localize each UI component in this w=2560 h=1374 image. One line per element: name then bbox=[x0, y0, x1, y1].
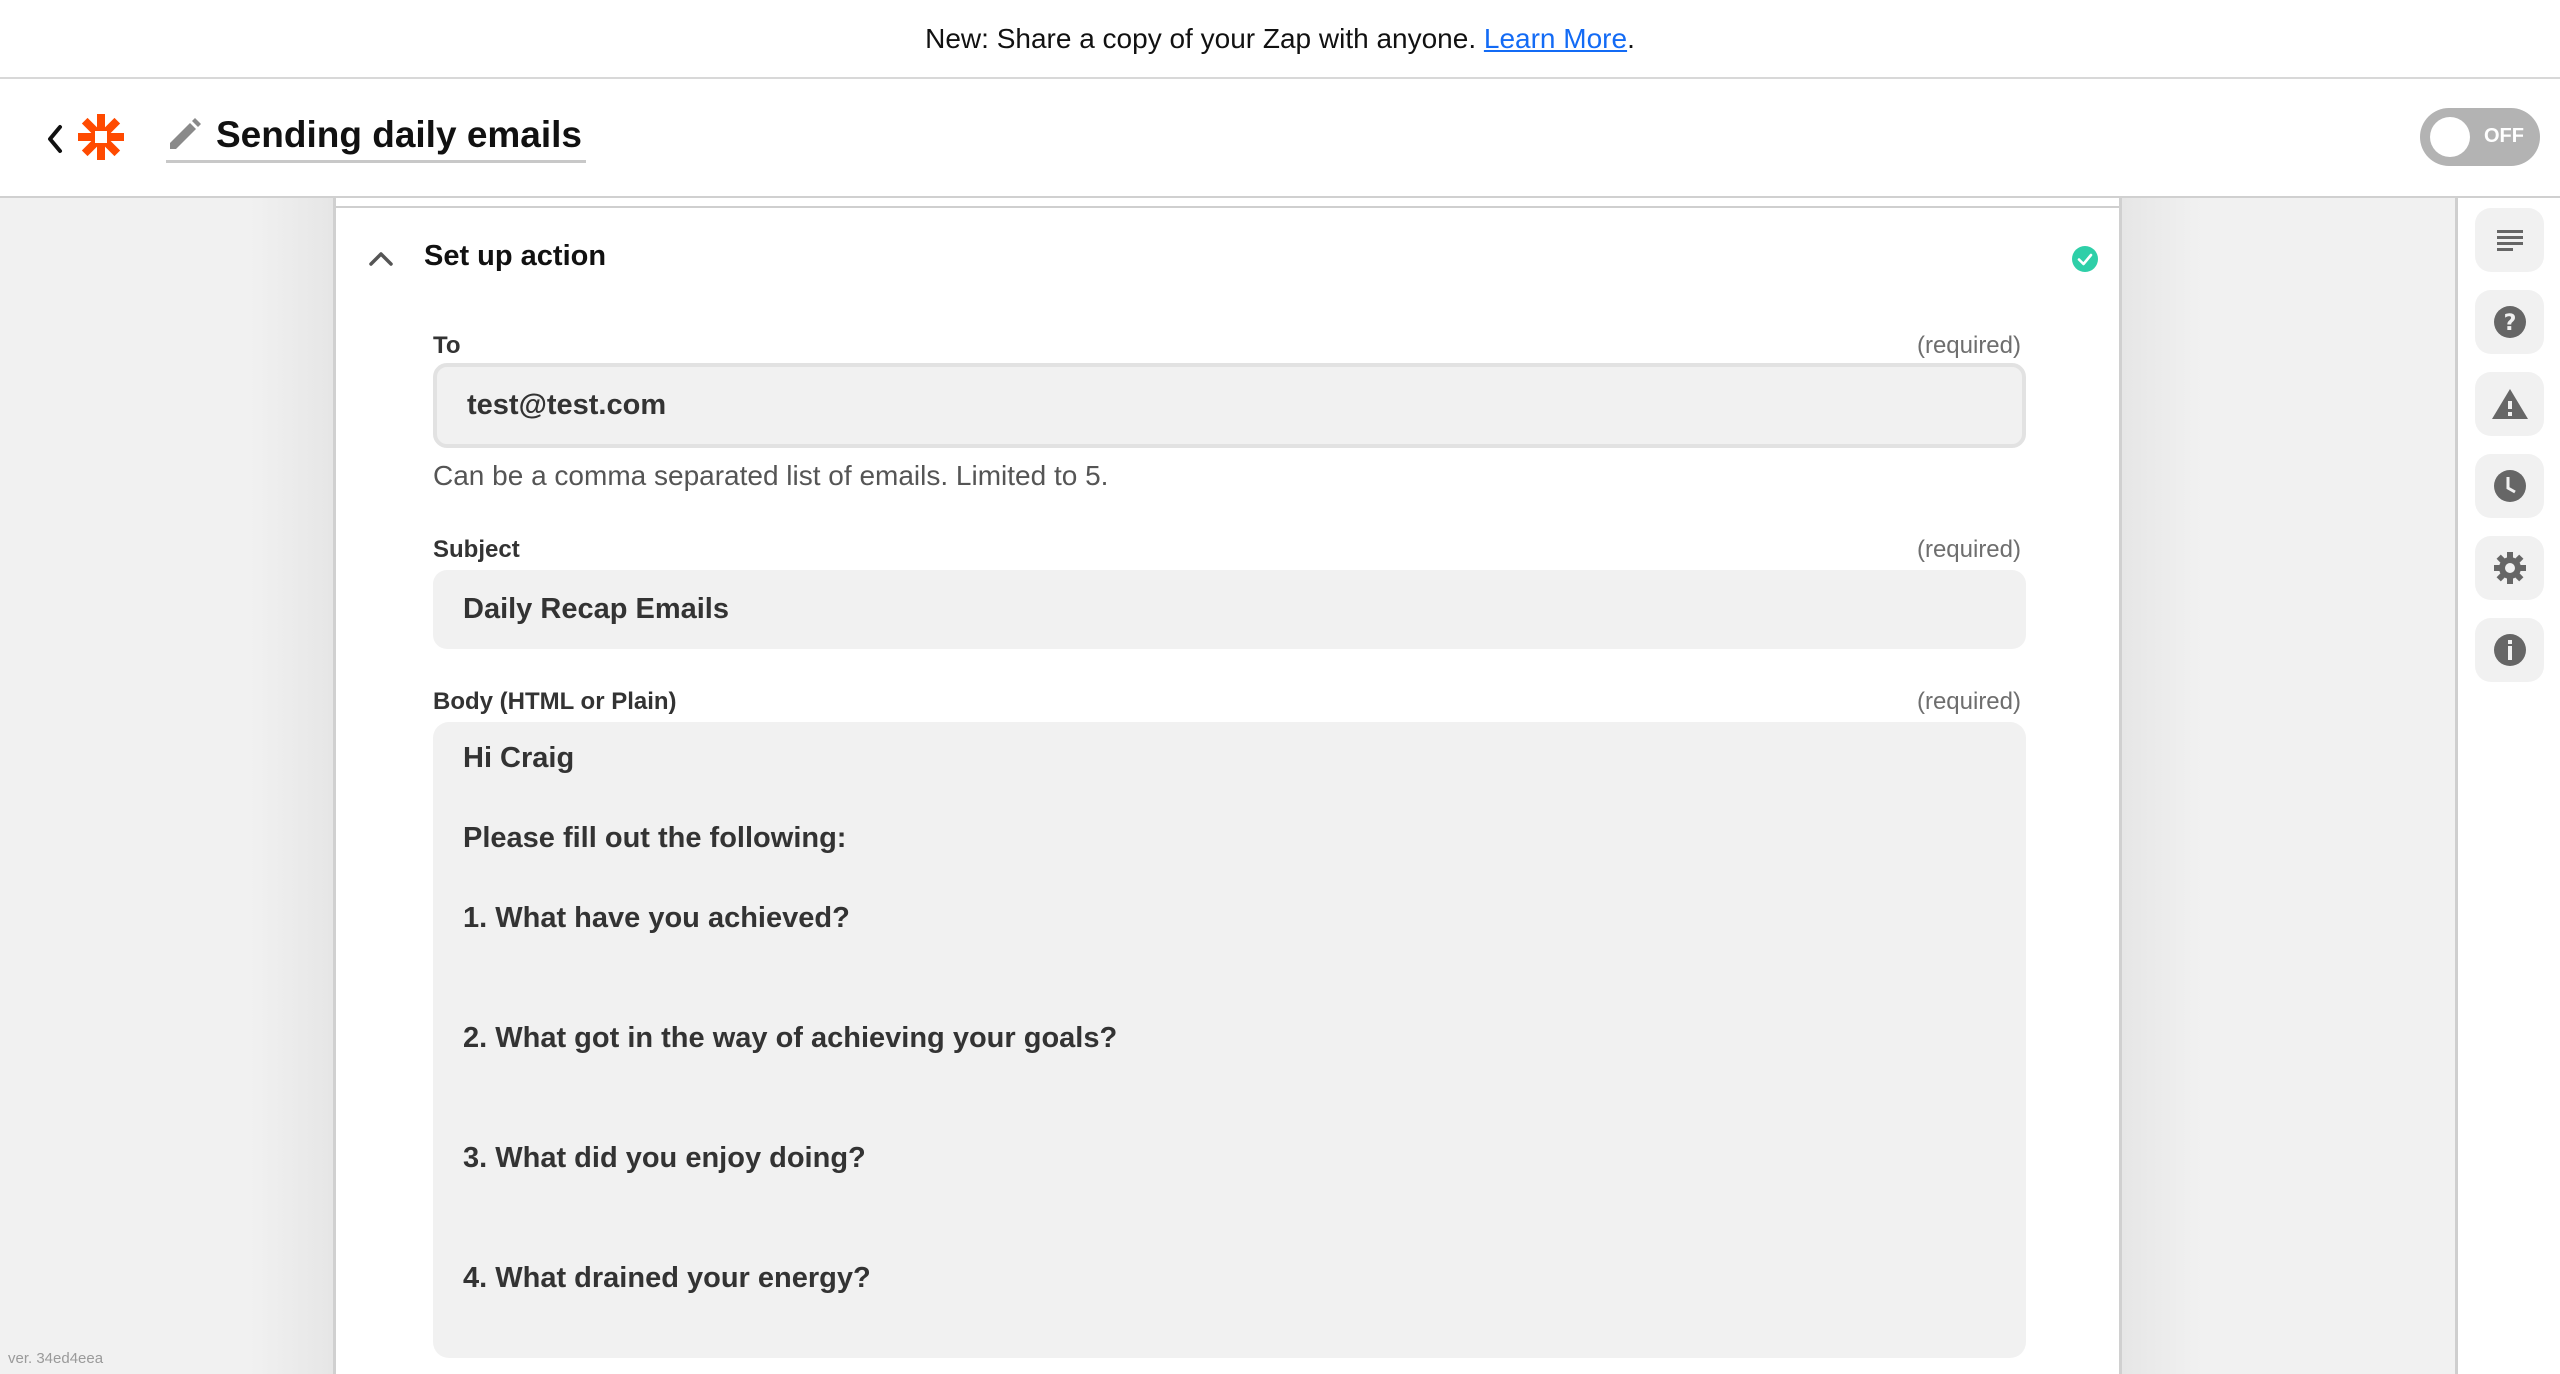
svg-text:?: ? bbox=[2503, 311, 2516, 336]
check-circle-icon bbox=[2072, 246, 2098, 272]
section-title: Set up action bbox=[424, 240, 607, 272]
version-label: ver. 34ed4eea bbox=[8, 1350, 104, 1367]
toggle-knob bbox=[2430, 117, 2470, 157]
toggle-label: OFF bbox=[2484, 125, 2524, 147]
banner-text: New: Share a copy of your Zap with anyon… bbox=[925, 22, 1484, 54]
chevron-left-icon bbox=[48, 125, 62, 153]
info-circle-icon bbox=[2493, 634, 2526, 666]
learn-more-link[interactable]: Learn More bbox=[1484, 23, 1627, 55]
body-line bbox=[463, 1058, 1996, 1098]
gear-icon bbox=[2493, 552, 2526, 584]
subject-required-label: (required) bbox=[1916, 536, 2021, 563]
body-line bbox=[463, 858, 1996, 898]
zap-title-editor[interactable]: Sending daily emails bbox=[166, 109, 587, 163]
to-input[interactable]: test@test.com bbox=[433, 363, 2026, 448]
banner-suffix: . bbox=[1627, 22, 1635, 54]
body-label: Body (HTML or Plain) bbox=[433, 688, 677, 715]
right-sidebar: ? bbox=[2455, 198, 2560, 1374]
announcement-banner: New: Share a copy of your Zap with anyon… bbox=[0, 0, 2560, 79]
chevron-up-icon[interactable] bbox=[366, 244, 396, 274]
body-line: 3. What did you enjoy doing? bbox=[463, 1142, 866, 1174]
question-circle-icon: ? bbox=[2493, 306, 2526, 338]
body-line: 4. What drained your energy? bbox=[463, 1262, 871, 1294]
body-line bbox=[463, 938, 1996, 978]
body-line: Hi Craig bbox=[463, 742, 575, 774]
canvas-background-right bbox=[2122, 198, 2202, 1374]
canvas-background bbox=[250, 198, 333, 1374]
warning-triangle-icon bbox=[2491, 389, 2528, 419]
setup-action-section-header[interactable]: Set up action bbox=[336, 236, 2119, 282]
to-required-label: (required) bbox=[1916, 332, 2021, 359]
sidebar-item-details[interactable] bbox=[2475, 618, 2544, 682]
body-line: 1. What have you achieved? bbox=[463, 902, 850, 934]
body-line bbox=[463, 1098, 1996, 1138]
body-line bbox=[463, 1218, 1996, 1258]
sidebar-item-outline[interactable] bbox=[2475, 208, 2544, 272]
body-line: Please fill out the following: bbox=[463, 822, 847, 854]
subject-value: Daily Recap Emails bbox=[463, 593, 729, 625]
sidebar-item-alerts[interactable] bbox=[2475, 372, 2544, 436]
step-editor-panel: Set up action To (required) test@test.co… bbox=[333, 198, 2122, 1374]
sidebar-item-history[interactable] bbox=[2475, 454, 2544, 518]
subject-label: Subject bbox=[433, 536, 520, 563]
zap-header: Sending daily emails OFF bbox=[0, 79, 2560, 198]
sidebar-item-settings[interactable] bbox=[2475, 536, 2544, 600]
divider bbox=[336, 206, 2119, 208]
list-lines-icon bbox=[2496, 230, 2523, 251]
pencil-icon bbox=[170, 117, 201, 149]
body-line: 2. What got in the way of achieving your… bbox=[463, 1022, 1118, 1054]
clock-icon bbox=[2493, 470, 2526, 502]
back-button[interactable] bbox=[40, 119, 70, 159]
body-required-label: (required) bbox=[1916, 688, 2021, 715]
body-line bbox=[463, 1178, 1996, 1218]
to-help-text: Can be a comma separated list of emails.… bbox=[433, 460, 1109, 491]
body-textarea[interactable]: Hi Craig Please fill out the following: 1.… bbox=[433, 722, 2026, 1358]
body-line bbox=[463, 778, 1996, 818]
body-line bbox=[463, 978, 1996, 1018]
zapier-logo-icon[interactable] bbox=[76, 112, 126, 162]
zap-on-off-toggle[interactable]: OFF bbox=[2420, 108, 2540, 166]
zap-title: Sending daily emails bbox=[216, 113, 583, 155]
sidebar-item-help[interactable]: ? bbox=[2475, 290, 2544, 354]
to-value: test@test.com bbox=[467, 389, 667, 421]
subject-input[interactable]: Daily Recap Emails bbox=[433, 570, 2026, 649]
to-label: To bbox=[433, 332, 461, 359]
